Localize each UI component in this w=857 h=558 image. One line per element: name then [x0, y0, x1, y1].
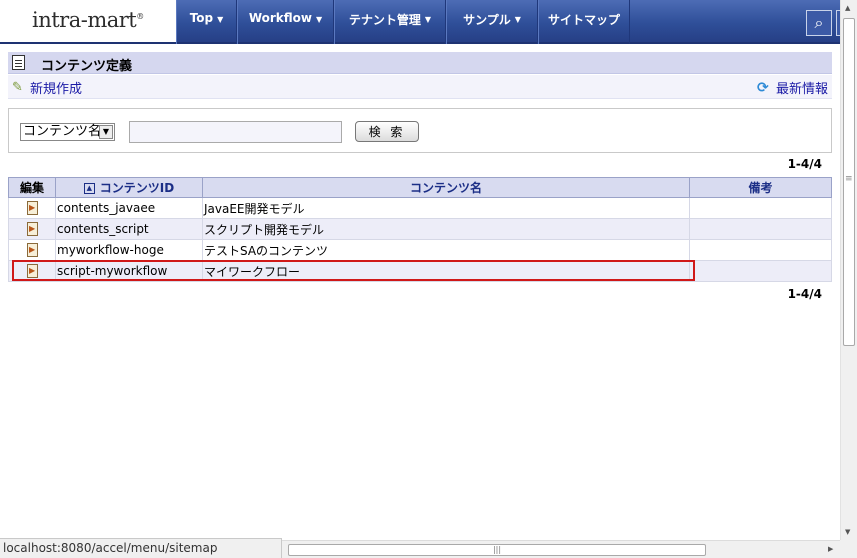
chevron-down-icon[interactable]: ▼ [99, 125, 113, 139]
pager-bottom: 1-4/4 [787, 287, 822, 301]
content-name-cell: テストSAのコンテンツ [202, 239, 690, 261]
edit-document-icon[interactable] [27, 243, 38, 258]
menu-top[interactable]: Top ▼ [176, 0, 237, 44]
edit-document-icon[interactable] [27, 222, 38, 237]
logo[interactable]: intra-mart® [0, 0, 176, 44]
search-field-select[interactable]: コンテンツ名 ▼ [20, 123, 115, 141]
scroll-right-arrow-icon[interactable]: ▶ [828, 545, 833, 553]
edit-cell[interactable] [8, 239, 56, 261]
note-cell [689, 218, 832, 240]
content-name-cell: スクリプト開発モデル [202, 218, 690, 240]
page-viewport: intra-mart® Top ▼ Workflow ▼ テナント管理 ▼ サンプル ▼… [0, 0, 840, 540]
sort-ascending-icon[interactable]: ▲ [83, 183, 95, 194]
refresh-link[interactable]: ⟳ 最新情報 [756, 78, 828, 98]
note-cell [689, 197, 832, 219]
highlighted-row-annotation [12, 260, 695, 281]
content-name-cell: JavaEE開発モデル [202, 197, 690, 219]
chevron-down-icon: ▼ [514, 15, 521, 24]
menu-sample[interactable]: サンプル ▼ [446, 0, 538, 44]
refresh-icon: ⟳ [756, 79, 769, 96]
content-id-cell: contents_javaee [55, 197, 203, 219]
scroll-up-arrow-icon[interactable]: ▲ [845, 4, 850, 12]
feather-pen-icon: ✎ [12, 80, 23, 95]
column-header-id[interactable]: ▲ コンテンツID [55, 177, 203, 198]
pager-top: 1-4/4 [787, 157, 822, 171]
table-row: contents_script スクリプト開発モデル [8, 218, 832, 240]
page-title-bar: コンテンツ定義 [8, 52, 832, 74]
page-title: コンテンツ定義 [41, 59, 133, 74]
main-menu: Top ▼ Workflow ▼ テナント管理 ▼ サンプル ▼ サイトマップ [176, 0, 630, 44]
note-cell [689, 260, 832, 282]
table-header-row: 編集 ▲ コンテンツID コンテンツ名 備考 [8, 177, 832, 198]
new-create-link[interactable]: ✎ 新規作成 [12, 78, 82, 97]
menu-workflow[interactable]: Workflow ▼ [237, 0, 334, 44]
table-row: contents_javaee JavaEE開発モデル [8, 197, 832, 219]
chevron-down-icon: ▼ [316, 15, 323, 24]
horizontal-scroll-thumb[interactable]: ||| [288, 544, 706, 556]
vertical-scroll-thumb[interactable] [843, 18, 855, 346]
edit-document-icon[interactable] [27, 201, 38, 216]
search-button[interactable]: 検 索 [355, 121, 419, 142]
menu-tenant-admin[interactable]: テナント管理 ▼ [334, 0, 446, 44]
magnifier-icon[interactable]: ⌕ [806, 10, 832, 36]
scroll-down-arrow-icon[interactable]: ▼ [845, 528, 850, 536]
column-header-note[interactable]: 備考 [689, 177, 832, 198]
logo-text: intra-mart® [32, 8, 144, 32]
search-input[interactable] [129, 121, 342, 143]
vertical-scrollbar[interactable]: ▲ ▼ [840, 0, 857, 540]
chevron-down-icon: ▼ [424, 15, 432, 24]
note-cell [689, 239, 832, 261]
search-panel: コンテンツ名 ▼ 検 索 [8, 108, 832, 153]
edit-cell[interactable] [8, 218, 56, 240]
chevron-down-icon: ▼ [217, 15, 224, 24]
table-row: myworkflow-hoge テストSAのコンテンツ [8, 239, 832, 261]
action-bar: ✎ 新規作成 ⟳ 最新情報 [8, 75, 832, 99]
status-bar-url: localhost:8080/accel/menu/sitemap [0, 538, 282, 558]
document-list-icon [12, 55, 25, 70]
edit-cell[interactable] [8, 197, 56, 219]
content-id-cell: contents_script [55, 218, 203, 240]
column-header-edit: 編集 [8, 177, 56, 198]
scrollbar-corner [840, 540, 857, 558]
column-header-name[interactable]: コンテンツ名 [202, 177, 690, 198]
menu-sitemap[interactable]: サイトマップ [538, 0, 630, 44]
top-navigation-bar: intra-mart® Top ▼ Workflow ▼ テナント管理 ▼ サンプル ▼… [0, 0, 840, 44]
horizontal-scrollbar[interactable]: ||| ▶ [282, 540, 857, 558]
content-id-cell: myworkflow-hoge [55, 239, 203, 261]
